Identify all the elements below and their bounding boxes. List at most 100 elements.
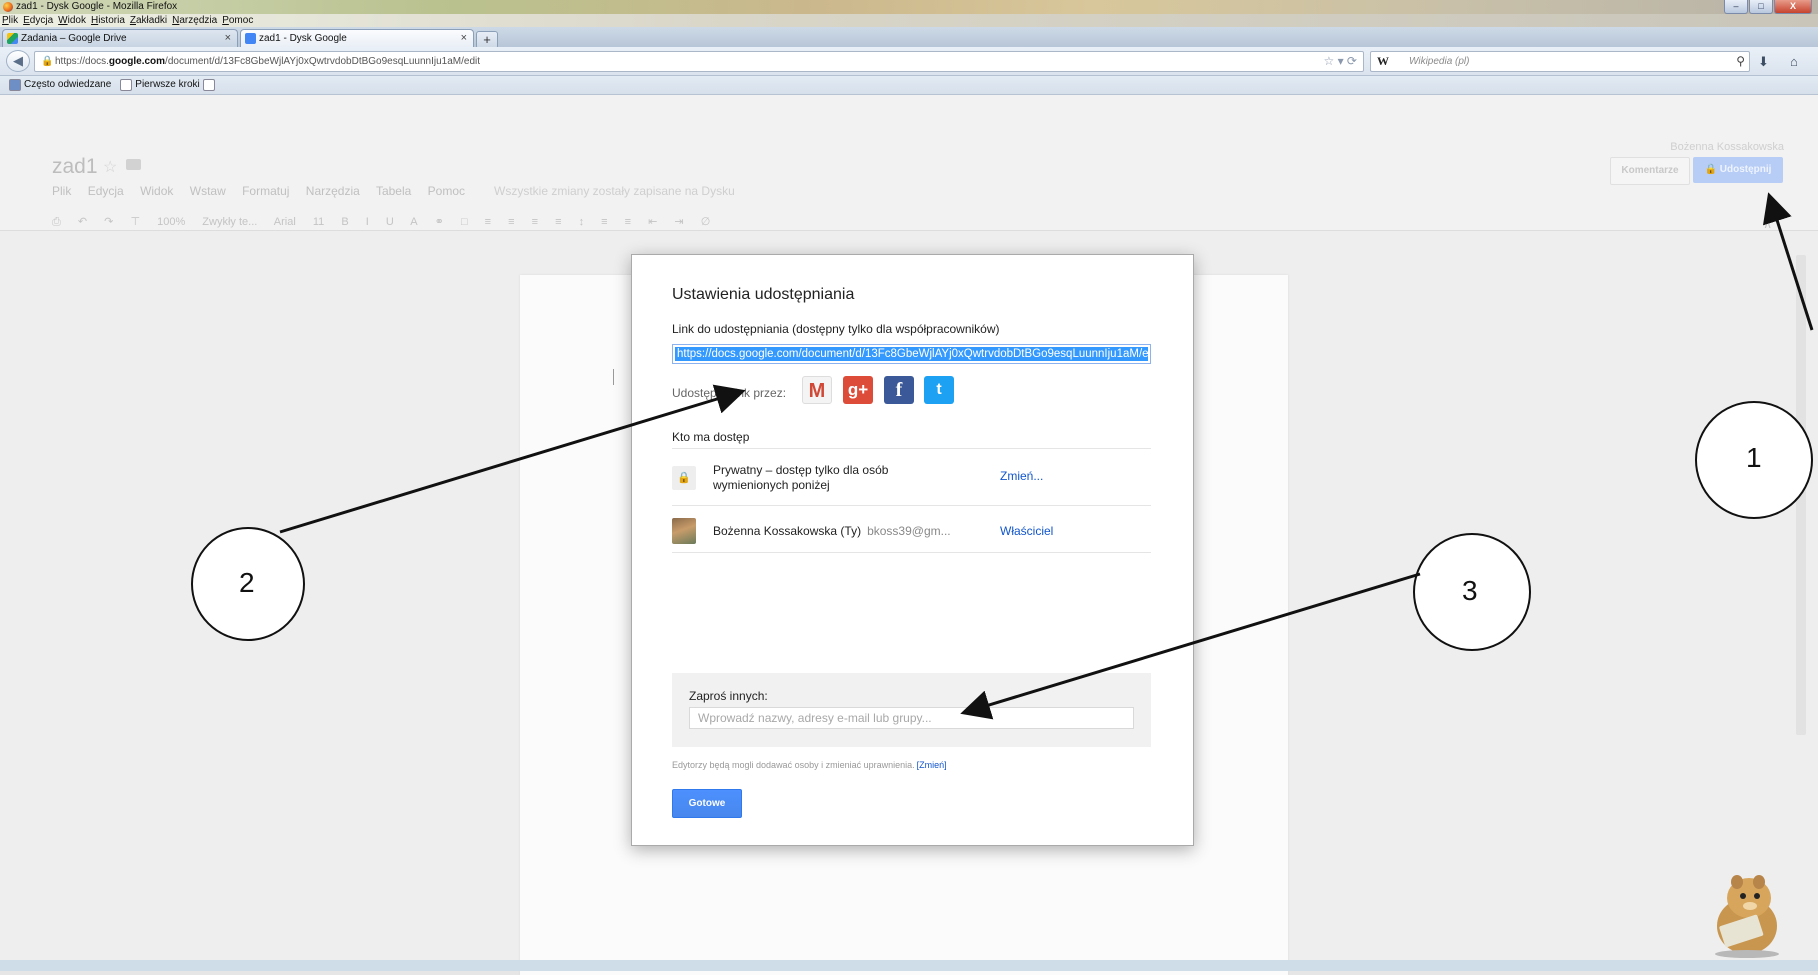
gmail-share-button[interactable]: M xyxy=(802,376,832,404)
document-title[interactable]: zad1 xyxy=(52,155,98,179)
underline-button[interactable]: U xyxy=(386,216,394,228)
url-bar[interactable]: 🔒 https://docs.google.com/document/d/13F… xyxy=(34,51,1364,72)
window-title: zad1 - Dysk Google - Mozilla Firefox xyxy=(16,1,178,12)
callout-label-2: 2 xyxy=(239,567,255,598)
share-button[interactable]: 🔒 Udostępnij xyxy=(1693,157,1783,183)
align-left-icon[interactable]: ≡ xyxy=(485,216,491,228)
share-link-field[interactable]: https://docs.google.com/document/d/13Fc8… xyxy=(672,344,1151,364)
share-via-label: Udostępnij link przez: xyxy=(672,386,787,400)
undo-icon[interactable]: ↶ xyxy=(78,216,87,228)
star-icon[interactable]: ☆ xyxy=(103,157,117,177)
font-size-select[interactable]: 11 xyxy=(313,216,324,228)
twitter-share-button[interactable]: t xyxy=(924,376,954,404)
divider xyxy=(672,448,1151,449)
docs-menu-widok[interactable]: Widok xyxy=(140,184,173,198)
editors-change-link[interactable]: [Zmień] xyxy=(917,760,947,770)
bold-button[interactable]: B xyxy=(341,216,348,228)
docs-menu-pomoc[interactable]: Pomoc xyxy=(428,184,465,198)
docs-menu-plik[interactable]: Plik xyxy=(52,184,71,198)
comments-button[interactable]: Komentarze xyxy=(1610,157,1690,185)
docs-menu-formatuj[interactable]: Formatuj xyxy=(242,184,289,198)
menu-plik[interactable]: Plik xyxy=(2,14,18,27)
print-icon[interactable]: ⎙ xyxy=(52,216,61,228)
avatar xyxy=(672,518,696,544)
close-window-button[interactable]: X xyxy=(1774,0,1812,14)
paint-format-icon[interactable]: ⊤ xyxy=(130,216,140,228)
sharing-settings-dialog: Ustawienia udostępniania Link do udostęp… xyxy=(631,254,1194,846)
docs-header: zad1 ☆ Plik Edycja Widok Wstaw Formatuj … xyxy=(0,95,1818,231)
home-icon[interactable]: ⌂ xyxy=(1790,54,1798,69)
facebook-share-button[interactable]: f xyxy=(884,376,914,404)
docs-menu-wstaw[interactable]: Wstaw xyxy=(190,184,226,198)
firefox-icon xyxy=(3,2,13,12)
link-icon[interactable]: ⚭ xyxy=(435,216,444,228)
docs-menu-tabela[interactable]: Tabela xyxy=(376,184,411,198)
numbered-list-icon[interactable]: ≡ xyxy=(601,216,607,228)
collapse-toolbar-icon[interactable]: ∧ xyxy=(1763,217,1772,231)
back-button[interactable]: ◀ xyxy=(6,50,30,72)
menu-historia[interactable]: Historia xyxy=(91,14,125,27)
tab-close-icon[interactable]: × xyxy=(461,30,467,47)
invite-input[interactable] xyxy=(689,707,1134,729)
bookmark-czesto-odwiedzane[interactable]: Często odwiedzane xyxy=(6,76,111,94)
tab-zadania[interactable]: Zadania – Google Drive × xyxy=(2,29,238,47)
window-controls: – □ X xyxy=(1723,0,1812,14)
access-label: Kto ma dostęp xyxy=(672,430,750,444)
invite-section: Zaproś innych: xyxy=(672,673,1151,747)
google-plus-share-button[interactable]: g+ xyxy=(843,376,873,404)
owner-row: Bożenna Kossakowska (Ty) bkoss39@gm... xyxy=(713,524,951,538)
search-placeholder: Wikipedia (pl) xyxy=(1409,56,1470,67)
user-name[interactable]: Bożenna Kossakowska xyxy=(1670,141,1784,153)
clear-formatting-icon[interactable]: ∅ xyxy=(701,216,711,228)
increase-indent-icon[interactable]: ⇥ xyxy=(674,216,683,228)
bookmark-page-icon xyxy=(202,79,215,91)
window-titlebar: zad1 - Dysk Google - Mozilla Firefox – □… xyxy=(0,0,1818,14)
bookmarks-toolbar: Często odwiedzane Pierwsze kroki xyxy=(0,76,1818,95)
decrease-indent-icon[interactable]: ⇤ xyxy=(648,216,657,228)
scrollbar[interactable] xyxy=(1796,255,1806,735)
tab-close-icon[interactable]: × xyxy=(225,30,231,47)
back-arrow-icon: ◀ xyxy=(13,53,23,68)
font-select[interactable]: Arial xyxy=(274,216,296,228)
justify-icon[interactable]: ≡ xyxy=(555,216,561,228)
menu-zakladki[interactable]: Zakładki xyxy=(130,14,167,27)
docs-menu-edycja[interactable]: Edycja xyxy=(88,184,124,198)
style-select[interactable]: Zwykły te... xyxy=(202,216,257,228)
bookmark-pierwsze-kroki[interactable]: Pierwsze kroki xyxy=(117,76,217,94)
change-visibility-link[interactable]: Zmień... xyxy=(1000,469,1043,483)
align-right-icon[interactable]: ≡ xyxy=(532,216,538,228)
tab-zad1[interactable]: zad1 - Dysk Google × xyxy=(240,29,474,47)
maximize-button[interactable]: □ xyxy=(1749,0,1773,14)
owner-email: bkoss39@gm... xyxy=(867,524,951,538)
redo-icon[interactable]: ↷ xyxy=(104,216,113,228)
status-strip xyxy=(0,960,1818,971)
italic-button[interactable]: I xyxy=(366,216,369,228)
browser-tabbar: Zadania – Google Drive × zad1 - Dysk Goo… xyxy=(0,27,1818,49)
visibility-text: Prywatny – dostęp tylko dla osób wymieni… xyxy=(713,463,889,492)
done-button[interactable]: Gotowe xyxy=(672,789,742,818)
docs-menu-narzedzia[interactable]: Narzędzia xyxy=(306,184,360,198)
bookmark-star-icon[interactable]: ☆ ▾ ⟳ xyxy=(1323,52,1357,71)
zoom-select[interactable]: 100% xyxy=(157,216,185,228)
menu-narzedzia[interactable]: Narzędzia xyxy=(172,14,217,27)
minimize-button[interactable]: – xyxy=(1724,0,1748,14)
text-color-button[interactable]: A xyxy=(410,216,417,228)
tab-label: Zadania – Google Drive xyxy=(21,33,127,44)
menu-widok[interactable]: Widok xyxy=(58,14,86,27)
docs-toolbar: ⎙ ↶ ↷ ⊤ 100% Zwykły te... Arial 11 B I U… xyxy=(52,215,724,237)
download-icon[interactable]: ⬇ xyxy=(1758,54,1769,70)
menu-pomoc[interactable]: Pomoc xyxy=(222,14,253,27)
search-bar[interactable]: W Wikipedia (pl) ⚲ xyxy=(1370,51,1750,72)
editors-note: Edytorzy będą mogli dodawać osoby i zmie… xyxy=(672,760,947,770)
align-center-icon[interactable]: ≡ xyxy=(508,216,514,228)
tab-label: zad1 - Dysk Google xyxy=(259,33,347,44)
wikipedia-icon[interactable]: W xyxy=(1377,52,1389,71)
folder-icon[interactable] xyxy=(126,159,141,170)
menu-edycja[interactable]: Edycja xyxy=(23,14,53,27)
comment-icon[interactable]: □ xyxy=(461,216,468,228)
line-spacing-icon[interactable]: ↕ xyxy=(579,216,585,228)
bulleted-list-icon[interactable]: ≡ xyxy=(625,216,631,228)
divider xyxy=(672,552,1151,553)
search-icon[interactable]: ⚲ xyxy=(1736,52,1745,71)
text-cursor xyxy=(613,369,614,385)
